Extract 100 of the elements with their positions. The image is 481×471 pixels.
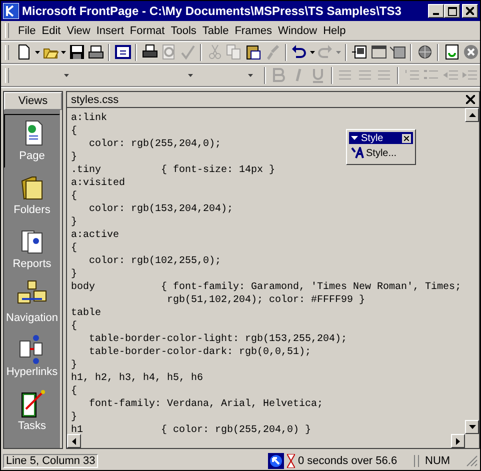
view-button[interactable]: Hyperlinks [4,330,60,384]
left-arrow-icon [72,438,76,444]
code-line: .tiny { font-size: 14px } [71,164,276,177]
caret-icon [61,50,66,54]
vertical-scrollbar[interactable] [465,108,480,434]
code-line: body { font-family: Garamond, 'Times New Roman', Times; [71,281,462,294]
view-button[interactable]: Navigation [4,276,60,330]
clipboard-icon [244,44,261,60]
code-line: color: rgb(153,204,204); [88,203,234,216]
component-icon [352,44,368,60]
view-button[interactable]: Page [4,114,60,168]
horizontal-scrollbar[interactable] [67,434,466,448]
views-header: Views [4,92,62,110]
code-line: } [71,151,78,164]
num-lock-indicator: NUM [418,454,463,466]
toolbar-grip [5,23,9,38]
menu-item[interactable]: Frames [232,24,275,36]
hourglass-icon [287,454,295,468]
code-line: { [71,385,78,398]
caret-icon [336,50,341,54]
toolbar-grip [5,44,9,60]
right-arrow-icon [456,438,460,444]
scissors-icon [206,44,223,60]
scroll-up-button[interactable] [465,108,480,122]
close-icon [466,7,474,15]
code-line: a:link [71,112,108,125]
menu-item[interactable]: Format [126,24,168,36]
arrow-icon [268,452,284,468]
code-line: color: rgb(102,255,0); [88,255,222,268]
bold-icon [271,67,288,83]
globe-link-icon [416,44,433,60]
code-line: } [71,216,78,229]
file-tab[interactable]: styles.css [71,94,119,106]
minimize-button[interactable] [428,4,444,18]
resize-grip-icon [466,454,478,466]
caret-icon [310,50,315,54]
down-arrow-icon [468,425,476,429]
cursor-position: Line 5, Column 33 [3,454,98,468]
undo-arrow-icon [291,44,307,60]
up-arrow-icon [468,113,476,117]
caret-icon [248,74,254,76]
menu-item[interactable]: Window [274,24,320,36]
code-line: table-border-color-light: rgb(153,255,204); [88,333,348,346]
scroll-left-button[interactable] [67,434,81,448]
stop-icon [462,44,479,60]
menu-item[interactable]: View [64,24,94,36]
caret-icon [34,50,40,54]
code-line: { [71,190,78,203]
code-line: { [71,242,78,255]
code-line: a:active [71,229,120,242]
download-time: 0 seconds over 56.6 [298,454,415,466]
code-line: rgb(51,102,204); color: #FFFF99 } [166,294,366,307]
table-frame-icon [370,44,387,60]
code-line: { [71,125,78,138]
spelling-check-icon [180,44,196,60]
new-page-icon [16,44,32,60]
scroll-down-button[interactable] [465,420,480,434]
caret-icon [64,74,69,76]
style-icon [351,147,365,159]
view-button[interactable]: Folders [4,168,60,222]
menu-item[interactable]: Edit [38,24,64,36]
save-disk-button[interactable] [67,42,86,62]
menu-item[interactable]: File [15,24,39,36]
close-button[interactable] [402,134,411,142]
maximize-button[interactable] [444,4,460,18]
underline-icon [310,67,326,83]
code-line: color: rgb(255,204,0); [88,138,222,151]
view-button[interactable]: Tasks [4,384,60,438]
toolbar-title: Style [361,132,384,144]
close-button[interactable] [466,95,476,104]
folder-list-button[interactable] [113,42,132,62]
code-line: table [71,307,102,320]
code-line: table-border-color-dark: rgb(0,0,51); [88,346,312,359]
code-line: h1 { color: rgb(255,204,0) } [71,424,312,434]
view-button[interactable]: Reports [4,222,60,276]
toolbar-grip [5,68,9,82]
print-preview-icon [160,44,177,60]
menu-item[interactable]: Help [320,24,349,36]
menu-item[interactable]: Insert [93,24,127,36]
code-line: h1, h2, h3, h4, h5, h6 [71,372,204,385]
code-line: { [71,320,78,333]
code-line: font-family: Verdana, Arial, Helvetica; [88,398,324,411]
redo-arrow-icon [317,44,334,60]
stop-button[interactable] [461,42,480,62]
menu-item[interactable]: Tools [168,24,200,36]
print-icon [142,44,158,60]
copy-pages-icon [226,44,242,60]
caret-icon [351,136,358,140]
style-button[interactable]: Style... [349,144,399,162]
code-line: a:visited [71,177,126,190]
maximize-icon [448,6,456,16]
menu-item[interactable]: Table [199,24,232,36]
refresh-page-icon [444,44,460,60]
code-line: } [71,268,78,281]
scroll-right-button[interactable] [451,434,466,448]
code-line: } [71,359,78,372]
image-icon [390,44,406,60]
folder-list-icon [114,44,131,60]
close-icon [466,95,476,104]
code-line: } [71,411,78,424]
